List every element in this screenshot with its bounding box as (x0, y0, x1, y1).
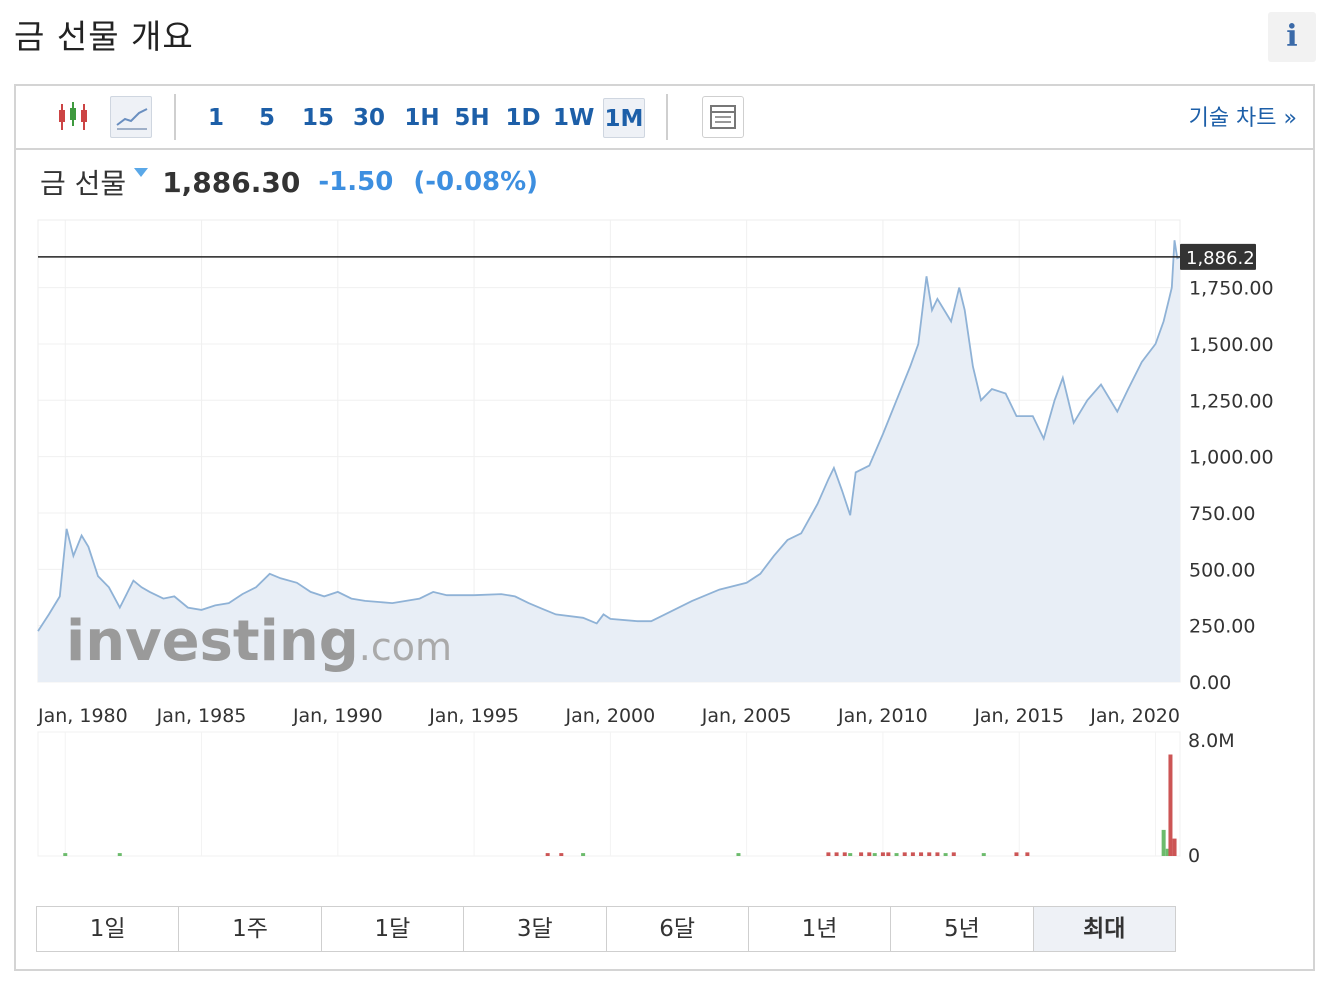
range-1d[interactable]: 1일 (37, 907, 180, 951)
volume-tick-label: 8.0M (1188, 730, 1235, 752)
volume-bar-down (951, 852, 956, 856)
x-tick-label: Jan, 1995 (428, 705, 519, 727)
y-tick-label: 250.00 (1189, 616, 1255, 638)
x-tick-label: Jan, 2010 (837, 705, 928, 727)
watermark-suffix: .com (359, 625, 452, 669)
y-tick-label: 1,250.00 (1189, 390, 1274, 412)
y-tick-label: 0.00 (1189, 672, 1231, 694)
volume-area (37, 731, 1181, 857)
volume-bar-down (880, 852, 885, 856)
price-chart[interactable]: investing.com 0.00 250.00 500.00 750.00 1,00… (16, 86, 1313, 886)
volume-bar-up (117, 853, 122, 856)
y-tick-label: 750.00 (1189, 503, 1255, 525)
y-tick-label: 1,750.00 (1189, 278, 1274, 300)
range-5y[interactable]: 5년 (891, 907, 1034, 951)
volume-bar-up (848, 853, 853, 856)
x-tick-label: Jan, 2015 (973, 705, 1064, 727)
volume-bar-up (872, 853, 877, 856)
volume-tick-label: 0 (1188, 845, 1200, 867)
chart-panel: 1 5 15 30 1H 5H 1D 1W 1M 기술 차트 » 금 선물 1,8… (14, 84, 1315, 971)
volume-bar-down (1168, 754, 1173, 856)
volume-bar-down (1014, 852, 1019, 856)
page-title: 금 선물 개요 (14, 17, 194, 56)
x-tick-label: Jan, 2000 (564, 705, 655, 727)
volume-bar-down (910, 852, 915, 856)
range-1y[interactable]: 1년 (749, 907, 892, 951)
range-selector: 1일 1주 1달 3달 6달 1년 5년 최대 (36, 906, 1176, 952)
volume-bar-down (902, 852, 907, 856)
range-3mo[interactable]: 3달 (464, 907, 607, 951)
volume-bar-down (559, 853, 564, 856)
x-tick-label: Jan, 1980 (37, 705, 128, 727)
volume-bar-down (919, 852, 924, 856)
y-tick-label: 500.00 (1189, 559, 1255, 581)
watermark-brand: investing (66, 609, 359, 674)
x-tick-label: Jan, 2005 (701, 705, 792, 727)
volume-bar-up (581, 853, 586, 856)
volume-bar-down (859, 852, 864, 856)
y-tick-label: 1,000.00 (1189, 447, 1274, 469)
range-max[interactable]: 최대 (1033, 907, 1175, 951)
volume-bar-down (867, 852, 872, 856)
current-value-label: 1,886.25 (1186, 248, 1266, 269)
range-1w[interactable]: 1주 (179, 907, 322, 951)
plot-layer (37, 219, 1181, 857)
volume-bar-down (1172, 838, 1177, 856)
y-tick-label: 1,500.00 (1189, 334, 1274, 356)
x-tick-label: Jan, 1985 (156, 705, 247, 727)
volume-bar-up (736, 853, 741, 856)
volume-bar-down (935, 852, 940, 856)
volume-bar-up (943, 853, 948, 856)
range-1mo[interactable]: 1달 (322, 907, 465, 951)
volume-bar-up (981, 853, 986, 856)
volume-bar-down (1025, 852, 1030, 856)
x-tick-label: Jan, 2020 (1089, 705, 1180, 727)
x-tick-label: Jan, 1990 (292, 705, 383, 727)
volume-bar-down (826, 852, 831, 856)
volume-bar-down (842, 852, 847, 856)
volume-bar-down (834, 852, 839, 856)
volume-bar-up (894, 853, 899, 856)
range-6mo[interactable]: 6달 (607, 907, 749, 951)
volume-bar-down (886, 852, 891, 856)
info-icon[interactable]: i (1268, 12, 1316, 62)
volume-bar-down (927, 852, 932, 856)
volume-bar-up (63, 853, 68, 856)
volume-bar-up (1161, 829, 1166, 856)
volume-bar-down (545, 853, 550, 856)
